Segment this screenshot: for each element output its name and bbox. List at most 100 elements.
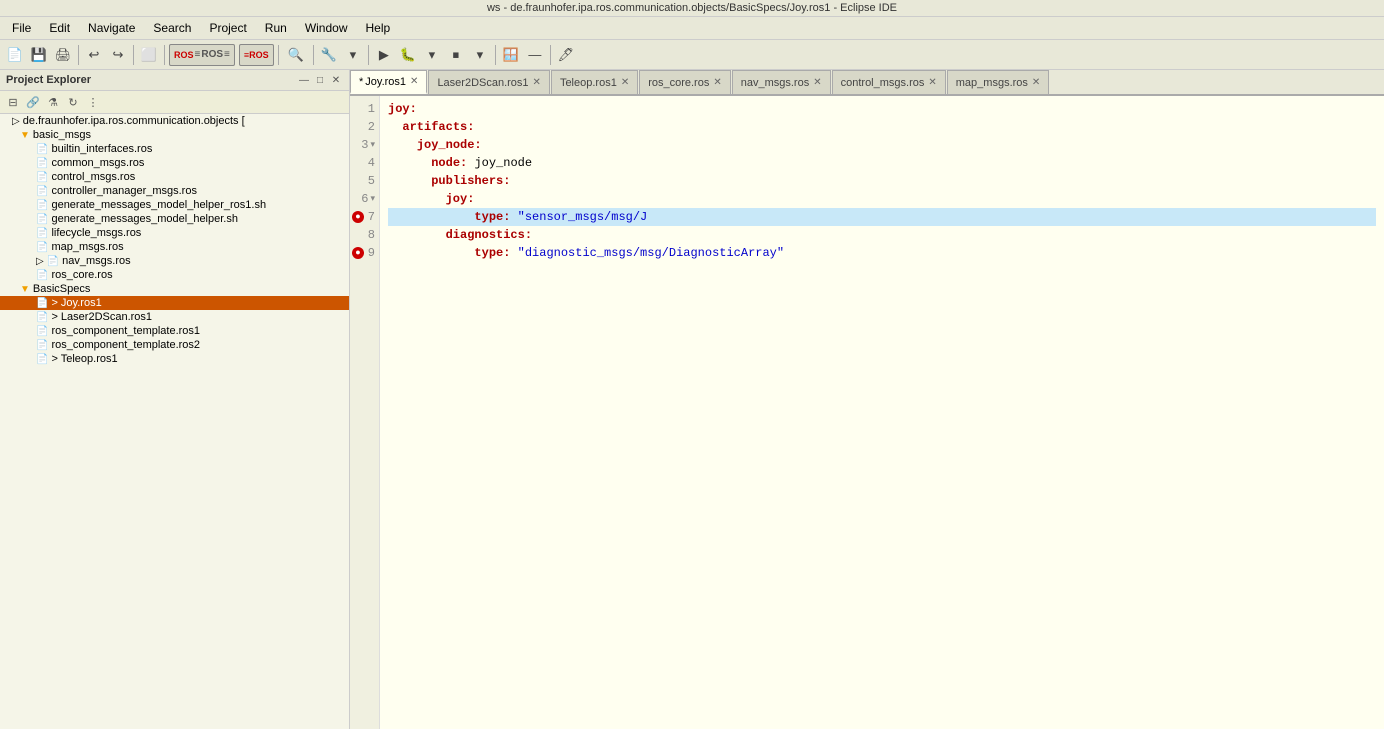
folder-icon-2: ▼: [20, 284, 30, 295]
tree-item-control-msgs[interactable]: 📄 control_msgs.ros: [0, 170, 349, 184]
stop-last-btn[interactable]: ▾: [469, 44, 491, 66]
tab-close-nav-msgs[interactable]: ✕: [813, 77, 821, 88]
sidebar-tree: ▷ de.fraunhofer.ipa.ros.communication.ob…: [0, 114, 349, 729]
minimize-view-btn[interactable]: —: [524, 44, 546, 66]
menu-navigate[interactable]: Navigate: [80, 19, 143, 37]
tool-btn-a[interactable]: 🔧: [318, 44, 340, 66]
tree-item-lifecycle[interactable]: 📄 lifecycle_msgs.ros: [0, 226, 349, 240]
tab-nav-msgs[interactable]: nav_msgs.ros ✕: [732, 70, 831, 94]
run-last-btn[interactable]: ▾: [421, 44, 443, 66]
toolbar-sep-3: [164, 45, 165, 65]
sidebar-minimize[interactable]: —: [297, 73, 311, 87]
line-num-4: 4: [350, 154, 379, 172]
filter-btn[interactable]: ⚗: [44, 93, 62, 111]
ros-button-1[interactable]: ROS≡ROS≡: [169, 44, 235, 66]
debug-btn[interactable]: 🐛: [397, 44, 419, 66]
run-btn[interactable]: ▶: [373, 44, 395, 66]
tab-close-control-msgs[interactable]: ✕: [928, 77, 936, 88]
tree-item-common-msgs[interactable]: 📄 common_msgs.ros: [0, 156, 349, 170]
tab-close-map-msgs[interactable]: ✕: [1032, 77, 1040, 88]
tree-item-controller-manager-msgs[interactable]: 📄 controller_manager_msgs.ros: [0, 184, 349, 198]
menu-project[interactable]: Project: [201, 19, 254, 37]
toolbar-sep-2: [133, 45, 134, 65]
tab-laser-ros1[interactable]: Laser2DScan.ros1 ✕: [428, 70, 550, 94]
sidebar-close[interactable]: ✕: [329, 73, 343, 87]
tree-item-gen-ros1[interactable]: 📄 generate_messages_model_helper_ros1.sh: [0, 198, 349, 212]
link-editor-btn[interactable]: 🔗: [24, 93, 42, 111]
view-button[interactable]: ⬜: [138, 44, 160, 66]
code-editor[interactable]: 1 2 3▾ 4 5 6▾ ● 7 8 ● 9: [350, 96, 1384, 729]
tool-btn-b[interactable]: ▾: [342, 44, 364, 66]
collapse-all-btn[interactable]: ⊟: [4, 93, 22, 111]
menu-run[interactable]: Run: [257, 19, 295, 37]
main-layout: Project Explorer — □ ✕ ⊟ 🔗 ⚗ ↻ ⋮ ▷ de.fr…: [0, 70, 1384, 729]
tab-joy-ros1[interactable]: * Joy.ros1 ✕: [350, 70, 427, 94]
code-line-2: artifacts:: [388, 118, 1376, 136]
tab-close-teleop[interactable]: ✕: [621, 77, 629, 88]
tree-item-gen-sh[interactable]: 📄 generate_messages_model_helper.sh: [0, 212, 349, 226]
toolbar-sep-5: [313, 45, 314, 65]
code-content[interactable]: joy: artifacts: joy_node: node: joy_node…: [380, 96, 1384, 729]
window-title: ws - de.fraunhofer.ipa.ros.communication…: [487, 2, 897, 14]
sync-btn[interactable]: ↻: [64, 93, 82, 111]
tree-item-map-msgs[interactable]: 📄 map_msgs.ros: [0, 240, 349, 254]
file-icon-selected: 📄: [36, 298, 48, 309]
file-icon: 📄: [36, 326, 48, 337]
print-button[interactable]: 🖨: [52, 44, 74, 66]
file-icon: 📄: [36, 228, 48, 239]
menu-edit[interactable]: Edit: [41, 19, 78, 37]
toolbar-sep-8: [550, 45, 551, 65]
menu-search[interactable]: Search: [145, 19, 199, 37]
tree-item-ros-core[interactable]: 📄 ros_core.ros: [0, 268, 349, 282]
tree-item-component-ros2[interactable]: 📄 ros_component_template.ros2: [0, 338, 349, 352]
tree-item-builtin[interactable]: 📄 builtin_interfaces.ros: [0, 142, 349, 156]
error-icon-9: ●: [352, 247, 364, 259]
tab-control-msgs[interactable]: control_msgs.ros ✕: [832, 70, 946, 94]
open-perspective-btn[interactable]: 🪟: [500, 44, 522, 66]
tree-item-laser-ros1[interactable]: 📄 > Laser2DScan.ros1: [0, 310, 349, 324]
code-line-6: joy:: [388, 190, 1376, 208]
tree-item-basicspecs[interactable]: ▼ BasicSpecs: [0, 282, 349, 296]
tab-ros-core[interactable]: ros_core.ros ✕: [639, 70, 731, 94]
arrow-icon: ▷: [36, 256, 44, 267]
line-numbers: 1 2 3▾ 4 5 6▾ ● 7 8 ● 9: [350, 96, 380, 729]
toolbar-sep-4: [278, 45, 279, 65]
undo-button[interactable]: ↩: [83, 44, 105, 66]
tree-item-component-ros1[interactable]: 📄 ros_component_template.ros1: [0, 324, 349, 338]
search-toolbar-btn[interactable]: 🔍: [283, 44, 309, 66]
tree-item-root[interactable]: ▷ de.fraunhofer.ipa.ros.communication.ob…: [0, 114, 349, 128]
title-bar: ws - de.fraunhofer.ipa.ros.communication…: [0, 0, 1384, 17]
code-line-4: node: joy_node: [388, 154, 1376, 172]
toolbar-sep-6: [368, 45, 369, 65]
tab-close-joy[interactable]: ✕: [410, 76, 418, 87]
menu-file[interactable]: File: [4, 19, 39, 37]
tree-item-joy-ros1[interactable]: 📄 > Joy.ros1: [0, 296, 349, 310]
tab-teleop-ros1[interactable]: Teleop.ros1 ✕: [551, 70, 638, 94]
file-icon: 📄: [36, 242, 48, 253]
more-btn[interactable]: ⋮: [84, 93, 102, 111]
code-line-8: diagnostics:: [388, 226, 1376, 244]
ros-button-2[interactable]: ≡ROS: [239, 44, 274, 66]
sidebar-maximize[interactable]: □: [313, 73, 327, 87]
tree-item-nav-msgs[interactable]: ▷ 📄 nav_msgs.ros: [0, 254, 349, 268]
code-line-9: type: "diagnostic_msgs/msg/DiagnosticArr…: [388, 244, 1376, 262]
tab-close-ros-core[interactable]: ✕: [713, 77, 721, 88]
error-icon-7: ●: [352, 211, 364, 223]
tree-item-basic-msgs[interactable]: ▼ basic_msgs: [0, 128, 349, 142]
menu-help[interactable]: Help: [358, 19, 399, 37]
tab-map-msgs[interactable]: map_msgs.ros ✕: [947, 70, 1050, 94]
tab-close-laser[interactable]: ✕: [533, 77, 541, 88]
file-icon: 📄: [47, 256, 59, 267]
line-num-2: 2: [350, 118, 379, 136]
fold-icon-3[interactable]: ▾: [370, 140, 375, 150]
marker-btn[interactable]: 🖊: [555, 44, 577, 66]
tree-item-teleop-ros1[interactable]: 📄 > Teleop.ros1: [0, 352, 349, 366]
project-icon: ▷: [12, 116, 20, 127]
new-button[interactable]: 📄: [4, 44, 26, 66]
save-button[interactable]: 💾: [28, 44, 50, 66]
redo-button[interactable]: ↪: [107, 44, 129, 66]
stop-btn[interactable]: ⏹: [445, 44, 467, 66]
menu-window[interactable]: Window: [297, 19, 356, 37]
fold-icon-6[interactable]: ▾: [370, 194, 375, 204]
code-line-5: publishers:: [388, 172, 1376, 190]
